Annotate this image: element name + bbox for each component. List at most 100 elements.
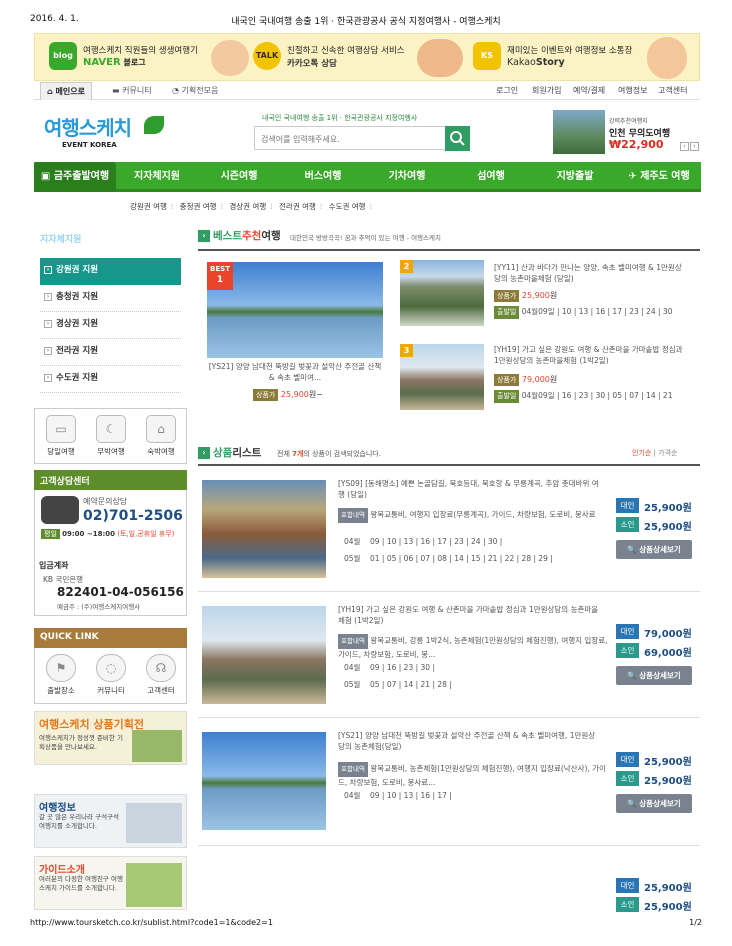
prev-arrow-icon[interactable]: ‹	[680, 142, 689, 151]
lnb-item-gyeongsang[interactable]: › 경상권 지원	[40, 312, 181, 339]
plist-summary: 전체 7개의 상품이 검색되었습니다.	[277, 450, 381, 458]
customer-center-link[interactable]: 고객센터	[658, 82, 687, 100]
flag-icon: ⚑	[46, 654, 76, 682]
promo-travel-info[interactable]: 여행정보 갈 곳 많은 우리나라 구석구석 여행지를 소개합니다.	[34, 794, 187, 848]
tab-exhibitions[interactable]: ◔ 기획전모음	[166, 82, 224, 100]
banner-text: 여행스케치 직원들의 생생여행기	[83, 46, 198, 56]
print-header: 2016. 4. 1. 내국인 국내여행 송출 1위 · 한국관광공사 공식 지…	[30, 14, 702, 28]
subnav-gangwon[interactable]: 강원권 여행	[130, 202, 167, 211]
subnav-chungcheong[interactable]: 충청권 여행	[180, 202, 217, 211]
best-2-price: 상품가 25,900원	[494, 290, 557, 302]
lnb-item-chungcheong[interactable]: › 충청권 지원	[40, 285, 181, 312]
gnav-train[interactable]: 기차여행	[368, 162, 446, 192]
tab-main[interactable]: ⌂ 메인으로	[40, 82, 92, 100]
signup-link[interactable]: 회원가입	[532, 82, 561, 100]
ad-label: 강력추천여행지	[609, 118, 648, 125]
search-button[interactable]	[445, 126, 470, 151]
account-holder: 예금주 : (주)여행스케치여행사	[57, 603, 141, 611]
sort-popular[interactable]: 인기순	[632, 449, 651, 457]
gnav-island[interactable]: 섬여행	[452, 162, 530, 192]
chat-icon: ◌	[96, 654, 126, 682]
kakaostory-link[interactable]: KS 재미있는 이벤트와 여행정보 소통장 KakaoStory	[473, 40, 673, 76]
arrow-icon: ›	[44, 265, 52, 274]
subnav-gyeongsang[interactable]: 경상권 여행	[229, 202, 266, 211]
lnb-item-jeolla[interactable]: › 전라권 지원	[40, 339, 181, 366]
divider	[198, 249, 700, 251]
product-include: 포함내역 왕복교통비, 강릉 1박2식, 농촌체험(1만원상당의 체험진행), …	[338, 634, 608, 659]
product-row: [YH19] 가고 싶은 강원도 여행 & 산촌마을 가마솥밥 정심과 1만원상…	[198, 592, 700, 718]
best-section-title: › 베스트추천여행	[198, 228, 281, 243]
product-detail-button[interactable]: 🔍 상품상세보기	[616, 794, 692, 813]
product-row: [YS09] [동해명소] 예쁜 논골담길, 묵호등대, 묵호항 & 무릉계곡,…	[198, 466, 700, 592]
product-prices: 대인 25,900원 소인 25,900원	[616, 878, 700, 914]
day-trip-link[interactable]: ▭ 당일여행	[41, 415, 81, 457]
gnav-jeju[interactable]: ✈ 제주도 여행	[618, 162, 700, 192]
promo-illustration	[126, 863, 182, 907]
cs-hours: 평일 09:00 ~18:00 (토,일,공휴일 휴무)	[41, 529, 174, 539]
subnav-sudo[interactable]: 수도권 여행	[329, 202, 366, 211]
gnav-local-departure[interactable]: 지방출발	[536, 162, 614, 192]
best-2-title[interactable]: [YY11] 산과 바다가 만나는 양양, 속초 벨미여행 & 1만원상당의 농…	[494, 262, 686, 284]
arrow-icon: ›	[44, 346, 52, 355]
trip-type-links: ▭ 당일여행 ☾ 무박여행 ⌂ 숙박여행	[34, 408, 187, 464]
tab-community[interactable]: ▬ 커뮤니티	[106, 82, 158, 100]
product-image[interactable]	[202, 606, 326, 704]
search-icon	[450, 131, 465, 146]
best-subtitle: 대한민국 방방곡곡! 꿈과 추억이 있는 여행 - 여행스케치	[290, 234, 441, 242]
promo-desc: 여러분의 다정한 여행친구 여행스케치 가이드를 소개합니다.	[39, 875, 123, 892]
blog-icon: blog	[49, 42, 77, 70]
night-trip-link[interactable]: ☾ 무박여행	[91, 415, 131, 457]
product-title[interactable]: [YH19] 가고 싶은 강원도 여행 & 산촌마을 가마솥밥 정심과 1만원상…	[338, 604, 600, 626]
search-input[interactable]: 검색어를 입력해주세요.	[254, 126, 446, 150]
lnb-item-sudo[interactable]: › 수도권 지원	[40, 366, 181, 393]
headset-icon: ☊	[146, 654, 176, 682]
promo-desc: 여행스케치가 정성껏 준비한 기획상품을 만나보세요.	[39, 734, 123, 751]
bus-icon: ▭	[46, 415, 76, 443]
product-title[interactable]: [YS09] [동해명소] 예쁜 논골담길, 묵호등대, 묵호항 & 무릉계곡,…	[338, 478, 600, 500]
top-navigation: ⌂ 메인으로 ▬ 커뮤니티 ◔ 기획전모음 로그인 회원가입 예약/결제 여행정…	[34, 82, 700, 100]
best-1-image[interactable]: BEST 1	[207, 262, 383, 358]
product-include: 포함내역 왕복교통비, 농촌체험(1만원상당의 체험진행), 여행지 입장료(낙…	[338, 762, 606, 787]
promo-guide[interactable]: 가이드소개 여러분의 다정한 여행친구 여행스케치 가이드를 소개합니다.	[34, 856, 187, 910]
departure-place-link[interactable]: ⚑ 출발장소	[41, 654, 81, 696]
promo-title: 여행정보	[39, 803, 76, 814]
best-1-title[interactable]: [YS21] 양양 남대천 뚝방길 벚꽃과 설악산 주전골 산책 & 속초 벨미…	[207, 361, 383, 383]
community-link[interactable]: ◌ 커뮤니티	[91, 654, 131, 696]
reservation-link[interactable]: 예약/결제	[573, 82, 605, 100]
product-image[interactable]	[202, 480, 326, 578]
login-link[interactable]: 로그인	[496, 82, 518, 100]
promo-exhibition[interactable]: 여행스케치 상품기획전 여행스케치가 정성껏 준비한 기획상품을 만나보세요.	[34, 711, 187, 765]
travel-info-link[interactable]: 여행정보	[618, 82, 647, 100]
product-detail-button[interactable]: 🔍 상품상세보기	[616, 666, 692, 685]
gnav-bus[interactable]: 버스여행	[284, 162, 362, 192]
best-3-title[interactable]: [YH19] 가고 싶은 강원도 여행 & 산촌마을 가마솥밥 정심과 1만원상…	[494, 344, 686, 366]
next-arrow-icon[interactable]: ›	[690, 142, 699, 151]
arrow-icon: ›	[198, 230, 210, 242]
gnav-local-support[interactable]: 지자체지원	[118, 162, 196, 192]
promo-title: 여행스케치 상품기획전	[39, 718, 145, 731]
product-prices: 대인 79,000원 소인 69,000원	[616, 624, 700, 664]
site-logo[interactable]: 여행스케치 EVENT KOREA	[44, 112, 168, 154]
gnav-season[interactable]: 시즌여행	[200, 162, 278, 192]
customer-center: 예약문의상담 02)701-2506 평일 09:00 ~18:00 (토,일,…	[34, 490, 187, 616]
ad-image	[553, 110, 605, 154]
product-detail-button[interactable]: 🔍 상품상세보기	[616, 540, 692, 559]
sort-price[interactable]: 가격순	[658, 449, 677, 457]
stay-trip-link[interactable]: ⌂ 숙박여행	[141, 415, 181, 457]
plist-section-title: › 상품리스트	[198, 445, 261, 460]
adult-price: 25,900원	[644, 883, 692, 894]
best-2-image[interactable]: 2	[400, 260, 484, 326]
promo-illustration	[132, 730, 182, 762]
gnav-weekly-departure[interactable]: ▣ 금주출발여행	[34, 162, 116, 192]
lnb-item-gangwon[interactable]: › 강원권 지원	[40, 258, 181, 285]
customer-center-quick-link[interactable]: ☊ 고객센터	[141, 654, 181, 696]
subnav-jeolla[interactable]: 전라권 여행	[279, 202, 316, 211]
recommend-ad[interactable]: 강력추천여행지 인천 무의도여행 ₩22,900 ‹ ›	[553, 110, 699, 154]
product-prices: 대인 25,900원 소인 25,900원	[616, 752, 700, 792]
product-image[interactable]	[202, 732, 326, 830]
best-3-image[interactable]: 3	[400, 344, 484, 410]
print-page: 1/2	[689, 918, 702, 927]
product-title[interactable]: [YS21] 양양 남대천 뚝방길 벚꽃과 설악산 주전골 산책 & 속초 벨미…	[338, 730, 600, 752]
quicklink-title: QUICK LINK	[34, 628, 187, 648]
arrow-icon: ›	[44, 319, 52, 328]
